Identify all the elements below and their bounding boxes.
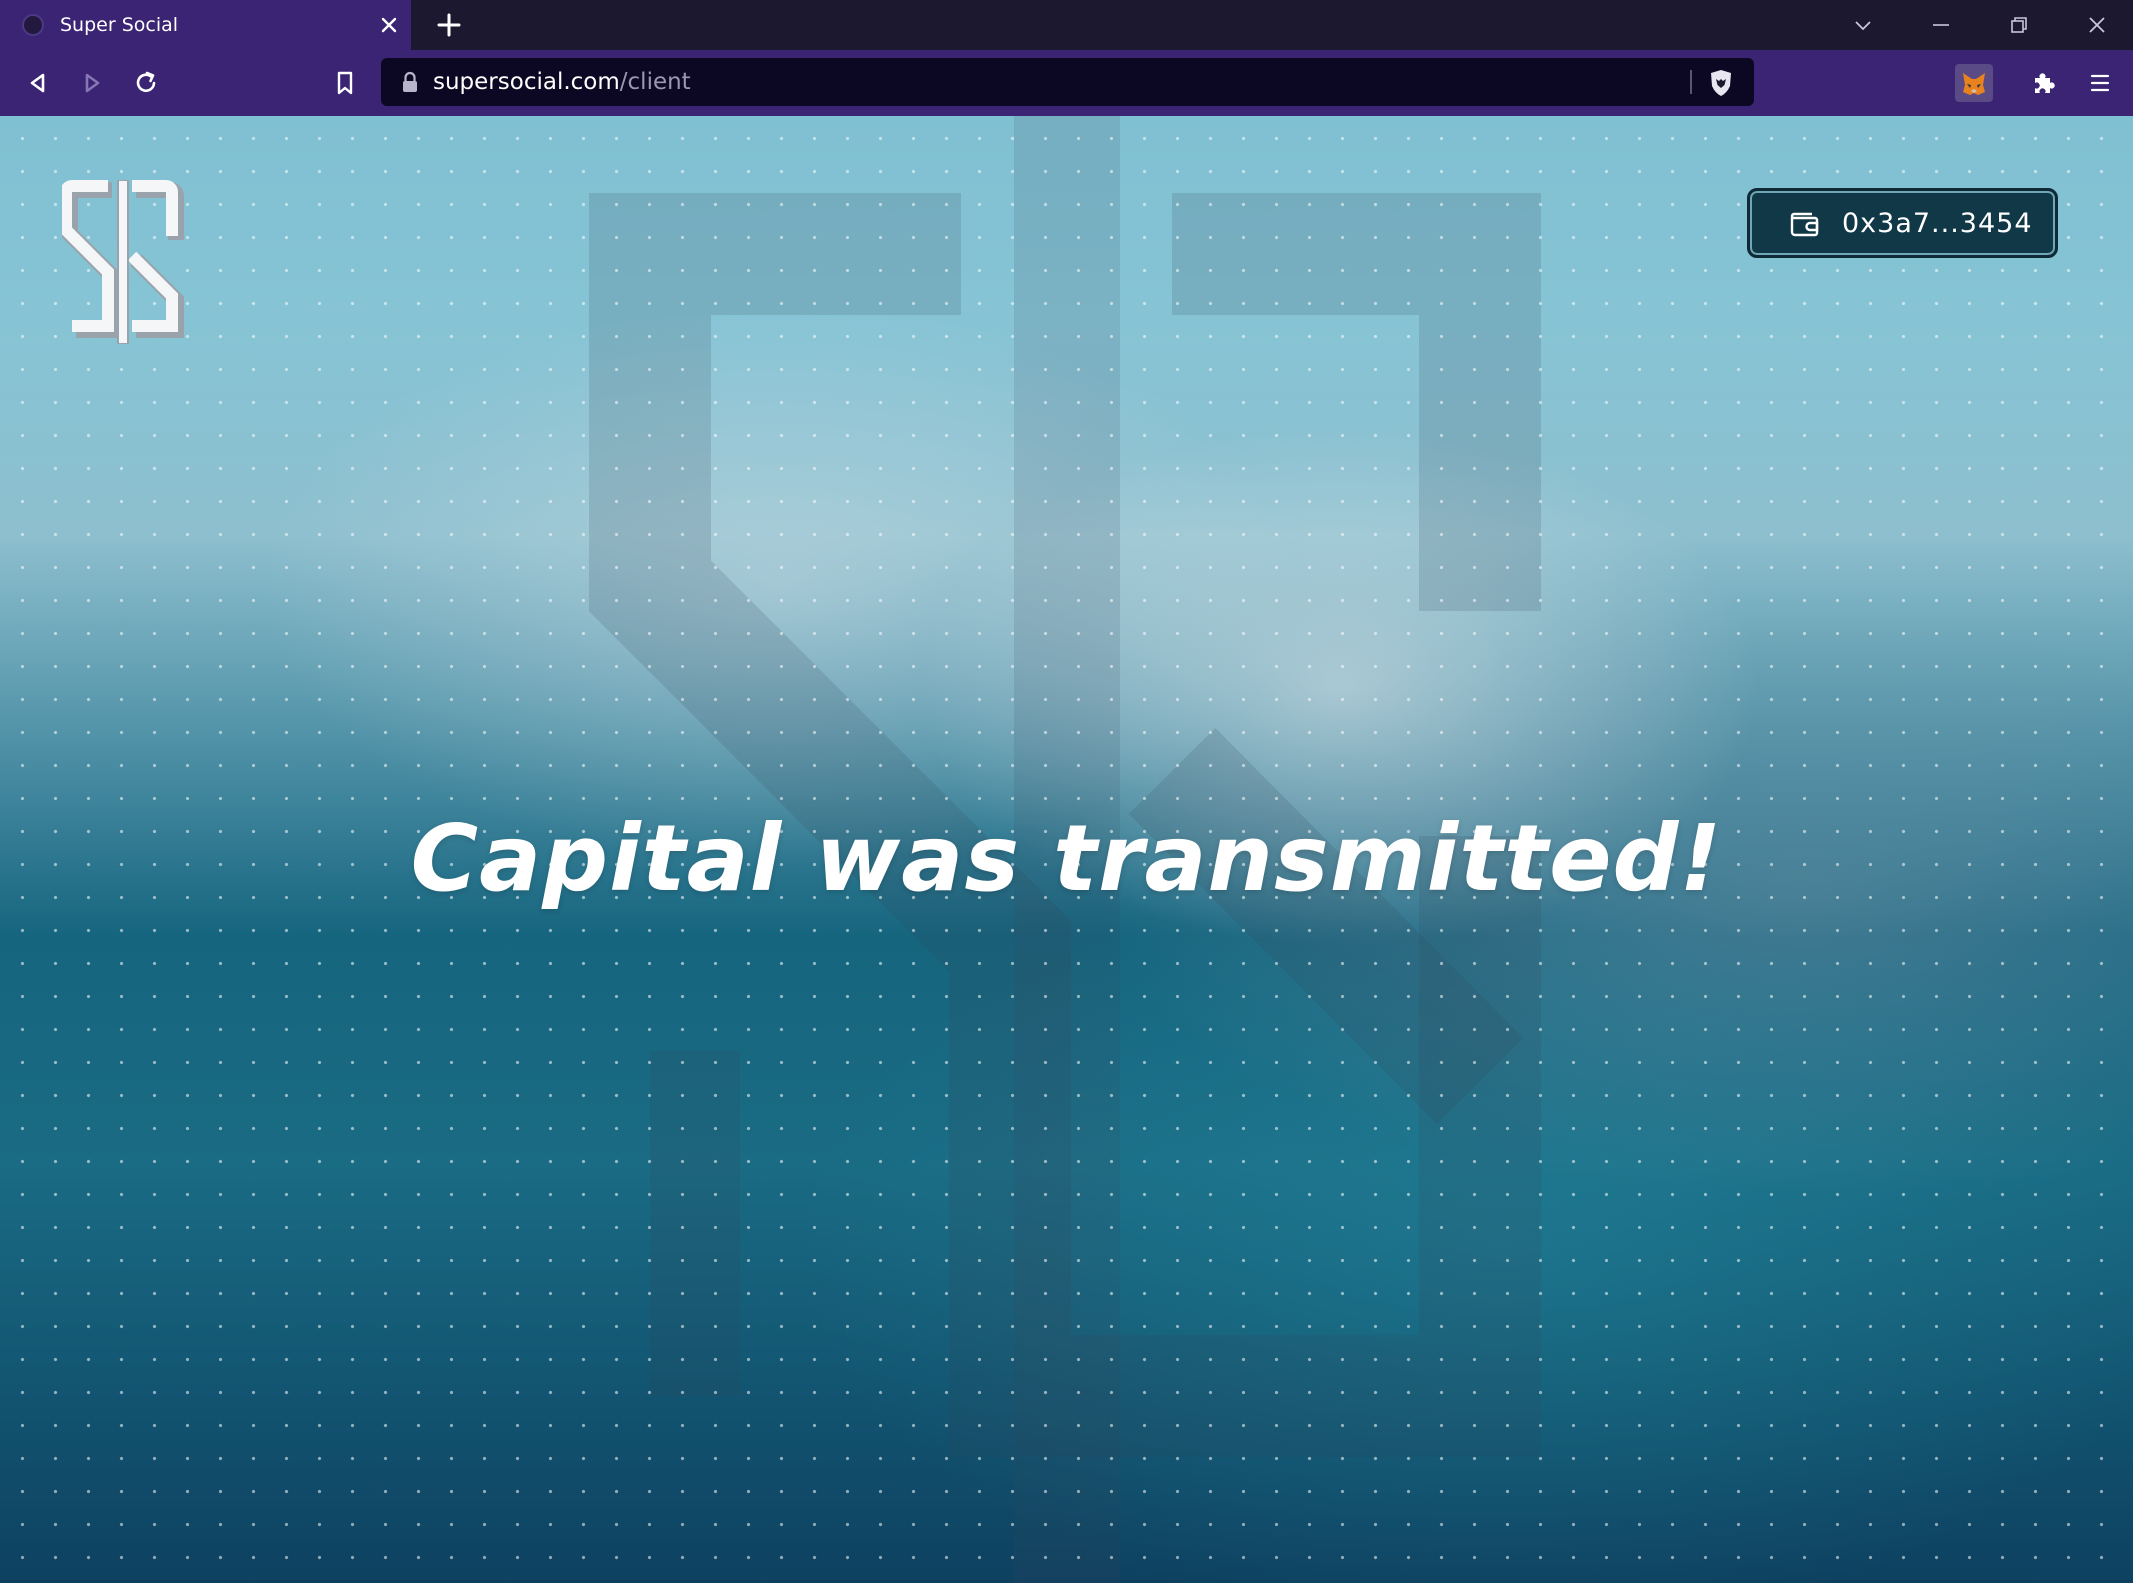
tab-title: Super Social bbox=[60, 14, 179, 36]
chevron-down-icon[interactable] bbox=[1848, 10, 1878, 40]
reload-icon[interactable] bbox=[130, 67, 162, 99]
success-headline: Capital was transmitted! bbox=[410, 805, 1723, 912]
wallet-connect-button[interactable]: 0x3a7...3454 bbox=[1747, 188, 2058, 258]
super-social-dollar-logo[interactable] bbox=[62, 180, 184, 344]
lock-icon bbox=[403, 71, 417, 92]
back-icon[interactable] bbox=[22, 67, 54, 99]
address-bar[interactable]: supersocial.com/client bbox=[381, 58, 1754, 106]
menu-icon[interactable] bbox=[2084, 67, 2116, 99]
metamask-fox-icon bbox=[1963, 73, 1985, 95]
minimize-icon[interactable] bbox=[1926, 10, 1956, 40]
url-host: supersocial.com bbox=[433, 69, 620, 95]
close-tab-icon[interactable] bbox=[376, 12, 402, 38]
forward-icon[interactable] bbox=[76, 67, 108, 99]
new-tab-plus-icon[interactable] bbox=[435, 11, 463, 39]
tab-super-social[interactable]: Super Social bbox=[0, 0, 411, 50]
wallet-address: 0x3a7...3454 bbox=[1842, 208, 2033, 239]
browser-window: Super Social supersocial.com/client 0x3a… bbox=[0, 0, 2133, 1583]
wallet-icon bbox=[1790, 212, 1819, 237]
page-content: 0x3a7...3454 Capital was transmitted! bbox=[0, 116, 2133, 1583]
restore-icon[interactable] bbox=[2004, 10, 2034, 40]
brave-shield-icon[interactable] bbox=[1707, 68, 1735, 98]
puzzle-icon[interactable] bbox=[2028, 67, 2060, 99]
url-text: supersocial.com/client bbox=[433, 68, 691, 96]
browser-toolbar: supersocial.com/client bbox=[0, 50, 2133, 116]
close-window-icon[interactable] bbox=[2082, 10, 2112, 40]
address-bar-divider bbox=[1690, 70, 1692, 94]
bookmark-icon[interactable] bbox=[329, 67, 361, 99]
metamask-extension-button[interactable] bbox=[1955, 64, 1993, 102]
tab-strip: Super Social bbox=[0, 0, 2133, 50]
url-path: /client bbox=[619, 69, 691, 95]
super-social-favicon-icon bbox=[22, 14, 44, 36]
